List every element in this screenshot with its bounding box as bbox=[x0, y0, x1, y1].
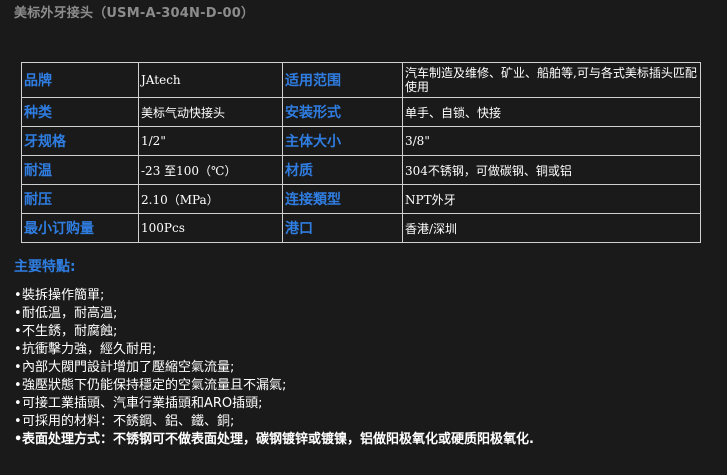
spec-label: 耐压 bbox=[21, 184, 139, 214]
spec-label: 安装形式 bbox=[282, 97, 403, 127]
spec-label: 适用范围 bbox=[282, 62, 403, 98]
spec-label: 港口 bbox=[282, 213, 403, 243]
feature-text: 可接工業插頭、汽車行業插頭和ARO插頭; bbox=[22, 396, 263, 411]
spec-row-type: 种类 美标气动快接头 安装形式 单手、自锁、快接 bbox=[21, 97, 701, 127]
spec-row-temperature: 耐温 -23 至100（℃） 材质 304不锈钢，可做碳钢、铜或铝 bbox=[21, 155, 701, 185]
spec-value: 美标气动快接头 bbox=[138, 97, 283, 127]
spec-value: -23 至100（℃） bbox=[138, 155, 283, 185]
bullet: • bbox=[14, 414, 22, 429]
bullet: • bbox=[14, 360, 22, 375]
spec-label: 材质 bbox=[282, 155, 403, 185]
feature-text: 不生銹，耐腐蝕; bbox=[22, 324, 118, 339]
spec-value: JAtech bbox=[138, 62, 283, 98]
bullet: • bbox=[14, 306, 22, 321]
spec-label: 连接類型 bbox=[282, 184, 403, 214]
spec-value: 2.10（MPa） bbox=[138, 184, 283, 214]
spec-value: 香港/深圳 bbox=[402, 213, 701, 243]
spec-row-pressure: 耐压 2.10（MPa） 连接類型 NPT外牙 bbox=[21, 184, 701, 214]
spec-label: 最小订购量 bbox=[21, 213, 139, 243]
spec-row-thread: 牙规格 1/2" 主体大小 3/8" bbox=[21, 126, 701, 156]
spec-label: 品牌 bbox=[21, 62, 139, 98]
spec-value: 汽车制造及维修、矿业、船舶等,可与各式美标插头匹配使用 bbox=[402, 62, 701, 98]
feature-item: •可接工業插頭、汽車行業插頭和ARO插頭; bbox=[14, 395, 534, 413]
bullet: • bbox=[14, 288, 22, 303]
feature-item: •強壓狀態下仍能保持穩定的空氣流量且不漏氣; bbox=[14, 377, 534, 395]
feature-text: 內部大閥門設計增加了壓縮空氣流量; bbox=[22, 360, 235, 375]
spec-row-moq: 最小订购量 100Pcs 港口 香港/深圳 bbox=[21, 213, 701, 243]
spec-value: 3/8" bbox=[402, 126, 701, 156]
spec-label: 牙规格 bbox=[21, 126, 139, 156]
bullet: • bbox=[14, 432, 23, 447]
spec-row-brand: 品牌 JAtech 适用范围 汽车制造及维修、矿业、船舶等,可与各式美标插头匹配… bbox=[21, 62, 701, 98]
feature-item: •耐低溫，耐高溫; bbox=[14, 305, 534, 323]
spec-value: 1/2" bbox=[138, 126, 283, 156]
feature-item: •不生銹，耐腐蝕; bbox=[14, 323, 534, 341]
feature-text: 抗衝擊力強，經久耐用; bbox=[22, 342, 157, 357]
page-title: 美标外牙接头（USM-A-304N-D-00） bbox=[14, 6, 255, 21]
spec-value: 单手、自锁、快接 bbox=[402, 97, 701, 127]
feature-text: 表面处理方式：不锈钢可不做表面处理，碳钢镀锌或镀镍，铝做阳极氧化或硬质阳极氧化. bbox=[22, 432, 534, 447]
spec-label: 主体大小 bbox=[282, 126, 403, 156]
bullet: • bbox=[14, 396, 22, 411]
feature-text: 裝拆操作簡單; bbox=[22, 288, 105, 303]
feature-text: 耐低溫，耐高溫; bbox=[22, 306, 118, 321]
bullet: • bbox=[14, 378, 22, 393]
bullet: • bbox=[14, 324, 22, 339]
bullet: • bbox=[14, 342, 22, 357]
spec-value: 100Pcs bbox=[138, 213, 283, 243]
spec-label: 种类 bbox=[21, 97, 139, 127]
feature-item: •抗衝擊力強，經久耐用; bbox=[14, 341, 534, 359]
features-list: •裝拆操作簡單; •耐低溫，耐高溫; •不生銹，耐腐蝕; •抗衝擊力強，經久耐用… bbox=[14, 287, 534, 449]
feature-text: 可採用的材料：不銹鋼、鋁、鐵、銅; bbox=[22, 414, 235, 429]
spec-table: 品牌 JAtech 适用范围 汽车制造及维修、矿业、船舶等,可与各式美标插头匹配… bbox=[21, 62, 701, 243]
feature-item: •可採用的材料：不銹鋼、鋁、鐵、銅; bbox=[14, 413, 534, 431]
spec-label: 耐温 bbox=[21, 155, 139, 185]
feature-text: 強壓狀態下仍能保持穩定的空氣流量且不漏氣; bbox=[22, 378, 287, 393]
spec-value: 304不锈钢，可做碳钢、铜或铝 bbox=[402, 155, 701, 185]
feature-item: •裝拆操作簡單; bbox=[14, 287, 534, 305]
feature-item: •表面处理方式：不锈钢可不做表面处理，碳钢镀锌或镀镍，铝做阳极氧化或硬质阳极氧化… bbox=[14, 431, 534, 449]
features-heading: 主要特點: bbox=[14, 259, 76, 275]
feature-item: •內部大閥門設計增加了壓縮空氣流量; bbox=[14, 359, 534, 377]
spec-value: NPT外牙 bbox=[402, 184, 701, 214]
